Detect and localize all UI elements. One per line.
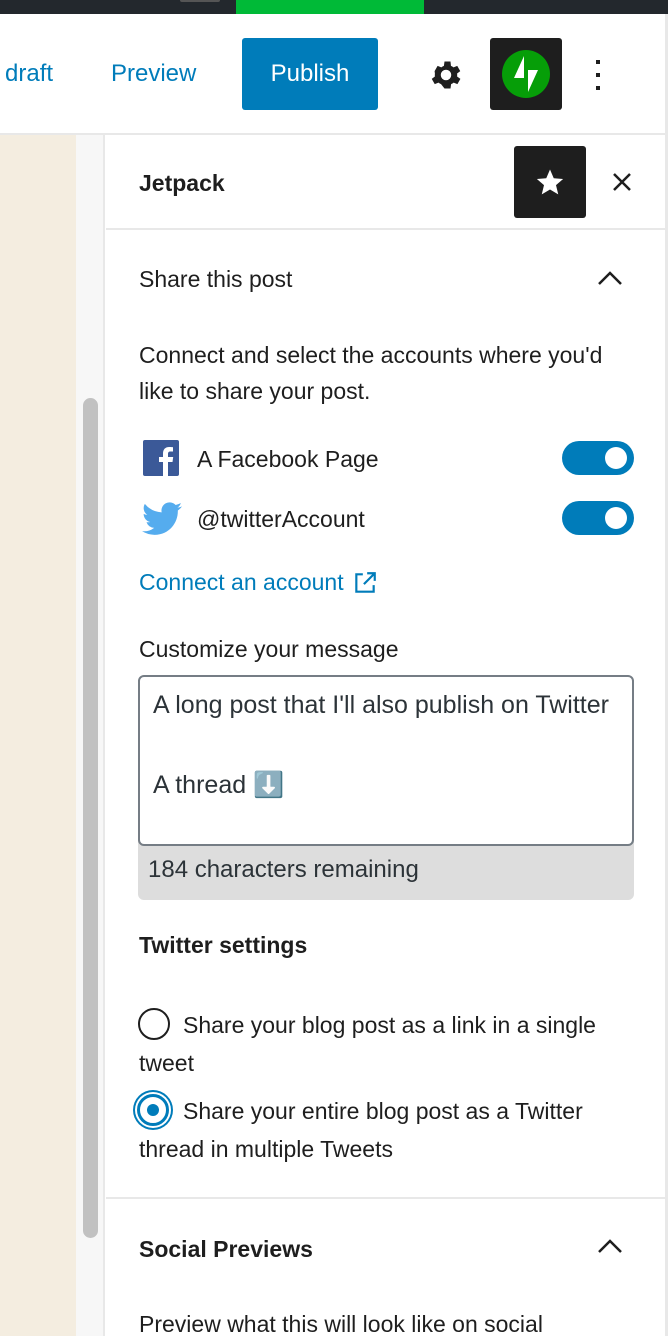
- radio-label[interactable]: Share your blog post as a link in a sing…: [139, 1006, 619, 1082]
- external-link-icon: [354, 571, 376, 593]
- share-section-title[interactable]: Share this post: [139, 266, 292, 293]
- publish-button[interactable]: Publish: [242, 38, 378, 110]
- twitter-settings-title: Twitter settings: [139, 932, 308, 958]
- twitter-icon: [142, 502, 182, 536]
- chevron-up-icon[interactable]: [597, 270, 623, 286]
- more-options-icon[interactable]: [594, 58, 602, 92]
- connect-account-label: Connect an account: [139, 569, 344, 595]
- preview-button[interactable]: Preview: [111, 60, 196, 88]
- radio-label[interactable]: Share your entire blog post as a Twitter…: [139, 1092, 619, 1168]
- jetpack-button[interactable]: [490, 38, 562, 110]
- characters-remaining: 184 characters remaining: [138, 838, 634, 900]
- share-description: Connect and select the accounts where yo…: [139, 342, 603, 404]
- progress-indicator: [236, 0, 424, 14]
- facebook-icon: [143, 440, 179, 476]
- star-icon: [536, 169, 564, 195]
- connect-account-link[interactable]: Connect an account: [139, 569, 378, 596]
- tab-indicator: [180, 0, 220, 2]
- account-name: @twitterAccount: [197, 506, 365, 532]
- star-button[interactable]: [514, 146, 586, 218]
- twitter-toggle[interactable]: [562, 501, 634, 535]
- message-textarea[interactable]: [138, 675, 634, 846]
- facebook-toggle[interactable]: [562, 441, 634, 475]
- social-previews-title[interactable]: Social Previews: [139, 1236, 313, 1263]
- editor-canvas: [0, 135, 76, 1336]
- close-icon[interactable]: [611, 171, 633, 193]
- jetpack-logo-icon: [502, 50, 550, 98]
- save-draft-button[interactable]: draft: [5, 60, 53, 88]
- panel-title: Jetpack: [139, 170, 225, 196]
- message-label: Customize your message: [139, 636, 399, 662]
- chevron-up-icon[interactable]: [597, 1238, 623, 1254]
- account-name: A Facebook Page: [197, 446, 379, 472]
- settings-gear-icon[interactable]: [428, 57, 464, 93]
- social-previews-description: Preview what this will look like on soci…: [139, 1311, 543, 1337]
- browser-top-bar: [0, 0, 668, 14]
- scrollbar[interactable]: [83, 398, 98, 1238]
- section-divider: [106, 1197, 665, 1199]
